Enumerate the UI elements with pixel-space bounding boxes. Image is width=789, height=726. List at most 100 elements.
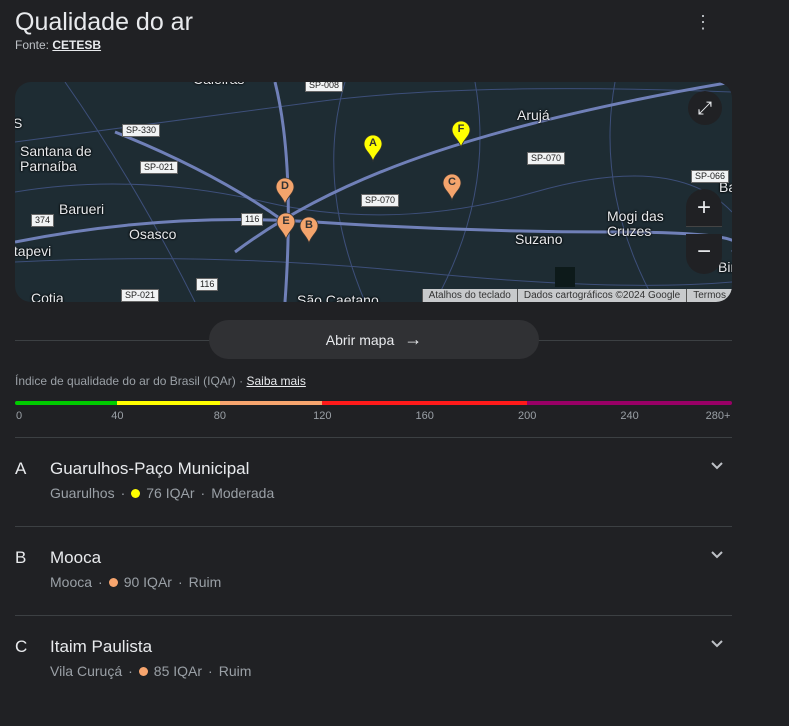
station-details: Guarulhos · 76 IQAr · Moderada (50, 485, 274, 501)
page-title: Qualidade do ar (15, 8, 193, 36)
station-aqi: 90 IQAr (123, 574, 172, 590)
map-place-label: Barueri (59, 201, 105, 217)
separator: · (98, 574, 103, 590)
map-marker[interactable]: F (451, 120, 471, 149)
source: Fonte: CETESB (15, 38, 101, 52)
road-shield: SP-330 (122, 124, 161, 137)
aqi-segment (527, 401, 732, 405)
aqi-tick-label: 280+ (705, 410, 731, 422)
aqi-scale-bar (15, 401, 732, 405)
map-place-label: Suzano (515, 231, 563, 247)
map-place-label: Cotia (31, 290, 64, 302)
separator: · (208, 663, 213, 679)
aqi-tick-label: 120 (313, 410, 332, 422)
station-city: Guarulhos (50, 485, 115, 501)
map[interactable]: Caieiras Arujá Santana de Parnaíba Barueri O… (15, 82, 732, 302)
map-roads (15, 82, 732, 302)
aqi-dot-icon (138, 666, 148, 676)
road-shield: SP-070 (361, 194, 400, 207)
zoom-in-button[interactable]: + (686, 189, 722, 227)
map-data-text: Dados cartográficos ©2024 Google (516, 289, 687, 302)
divider (15, 615, 732, 616)
station-details: Vila Curuçá · 85 IQAr · Ruim (50, 663, 251, 679)
station-city: Vila Curuçá (50, 663, 123, 679)
road-shield: 116 (196, 278, 219, 291)
keyboard-shortcuts-link[interactable]: Atalhos do teclado (421, 289, 517, 302)
map-place-label: Caieiras (193, 82, 244, 87)
learn-more-link[interactable]: Saiba mais (246, 374, 305, 388)
zoom-out-button[interactable]: − (686, 234, 722, 274)
aqi-dot-icon (131, 488, 141, 498)
index-label: Índice de qualidade do ar do Brasil (IQA… (15, 374, 236, 388)
aqi-tick-label: 160 (415, 410, 434, 422)
map-place-label: São Caetano (297, 292, 379, 302)
separator: · (128, 663, 133, 679)
station-status: Ruim (218, 663, 252, 679)
aqi-tick-label: 200 (517, 410, 537, 422)
station-name: Mooca (50, 548, 102, 567)
aqi-segment (15, 401, 118, 405)
road-shield: 374 (31, 214, 55, 227)
station-city: Mooca (50, 574, 93, 590)
road-shield: SP-070 (527, 152, 566, 165)
aqi-segment (219, 401, 323, 405)
station-item[interactable]: A Guarulhos-Paço Municipal Guarulhos · 76 … (0, 459, 789, 548)
marker-letter: C (448, 176, 456, 188)
marker-letter: B (305, 219, 313, 231)
road-shield: 116 (241, 213, 264, 226)
station-status: Ruim (188, 574, 222, 590)
map-place-label: S (15, 115, 23, 131)
marker-letter: D (281, 180, 289, 192)
terms-link[interactable]: Termos (686, 289, 732, 302)
station-details: Mooca · 90 IQAr · Ruim (50, 574, 221, 590)
marker-letter: A (369, 137, 377, 149)
map-marker[interactable]: C (442, 173, 462, 202)
fullscreen-icon[interactable]: ⤢ (688, 91, 722, 125)
arrow-right-icon: → (404, 329, 423, 349)
station-aqi: 85 IQAr (153, 663, 203, 679)
index-info: Índice de qualidade do ar do Brasil (IQA… (15, 374, 306, 388)
chevron-down-icon[interactable] (710, 548, 724, 565)
aqi-tick-label: 40 (111, 410, 124, 422)
source-label: Fonte: (15, 38, 50, 52)
road-shield: SP-021 (140, 161, 179, 174)
station-item[interactable]: B Mooca Mooca · 90 IQAr · Ruim (0, 548, 789, 637)
map-place-label: Mogi das Cruzes (607, 208, 664, 239)
station-name: Guarulhos-Paço Municipal (50, 459, 250, 478)
aqi-segment (117, 401, 220, 405)
aqi-tick-label: 0 (15, 410, 23, 422)
map-place-label: Santana de Parnaíba (20, 143, 92, 174)
open-map-button[interactable]: Abrir mapa → (209, 320, 539, 359)
map-marker[interactable]: B (299, 216, 319, 245)
station-letter: C (15, 637, 28, 656)
map-place-label: Osasco (129, 226, 177, 242)
station-aqi: 76 IQAr (146, 485, 195, 501)
aqi-tick-label: 80 (213, 410, 226, 422)
separator: · (177, 574, 183, 590)
road-shield: SP-008 (305, 82, 344, 92)
aqi-tick-label: 240 (620, 410, 639, 422)
aqi-dot-icon (108, 577, 118, 587)
road-shield: SP-066 (691, 170, 730, 183)
chevron-down-icon[interactable] (710, 637, 724, 654)
separator: · (239, 374, 244, 388)
open-map-label: Abrir mapa (325, 331, 395, 348)
source-link[interactable]: CETESB (52, 38, 101, 52)
divider (15, 526, 732, 527)
chevron-down-icon[interactable] (710, 459, 724, 476)
separator: · (200, 485, 206, 501)
station-item[interactable]: C Itaim Paulista Vila Curuçá · 85 IQAr · Rui… (0, 637, 789, 726)
marker-letter: F (457, 123, 465, 135)
road-shield: SP-021 (121, 289, 160, 302)
map-place-label: Itapevi (15, 243, 52, 259)
map-marker[interactable]: D (275, 177, 295, 206)
aqi-segment (322, 401, 528, 405)
map-attribution: Atalhos do teclado Dados cartográficos ©… (421, 289, 732, 302)
station-status: Moderada (211, 485, 275, 501)
more-vert-icon[interactable]: ⋮ (694, 12, 712, 33)
separator: · (120, 485, 126, 501)
map-marker[interactable]: A (363, 134, 383, 163)
marker-letter: E (282, 215, 290, 227)
station-letter: B (15, 548, 27, 567)
map-marker[interactable]: E (276, 212, 296, 241)
